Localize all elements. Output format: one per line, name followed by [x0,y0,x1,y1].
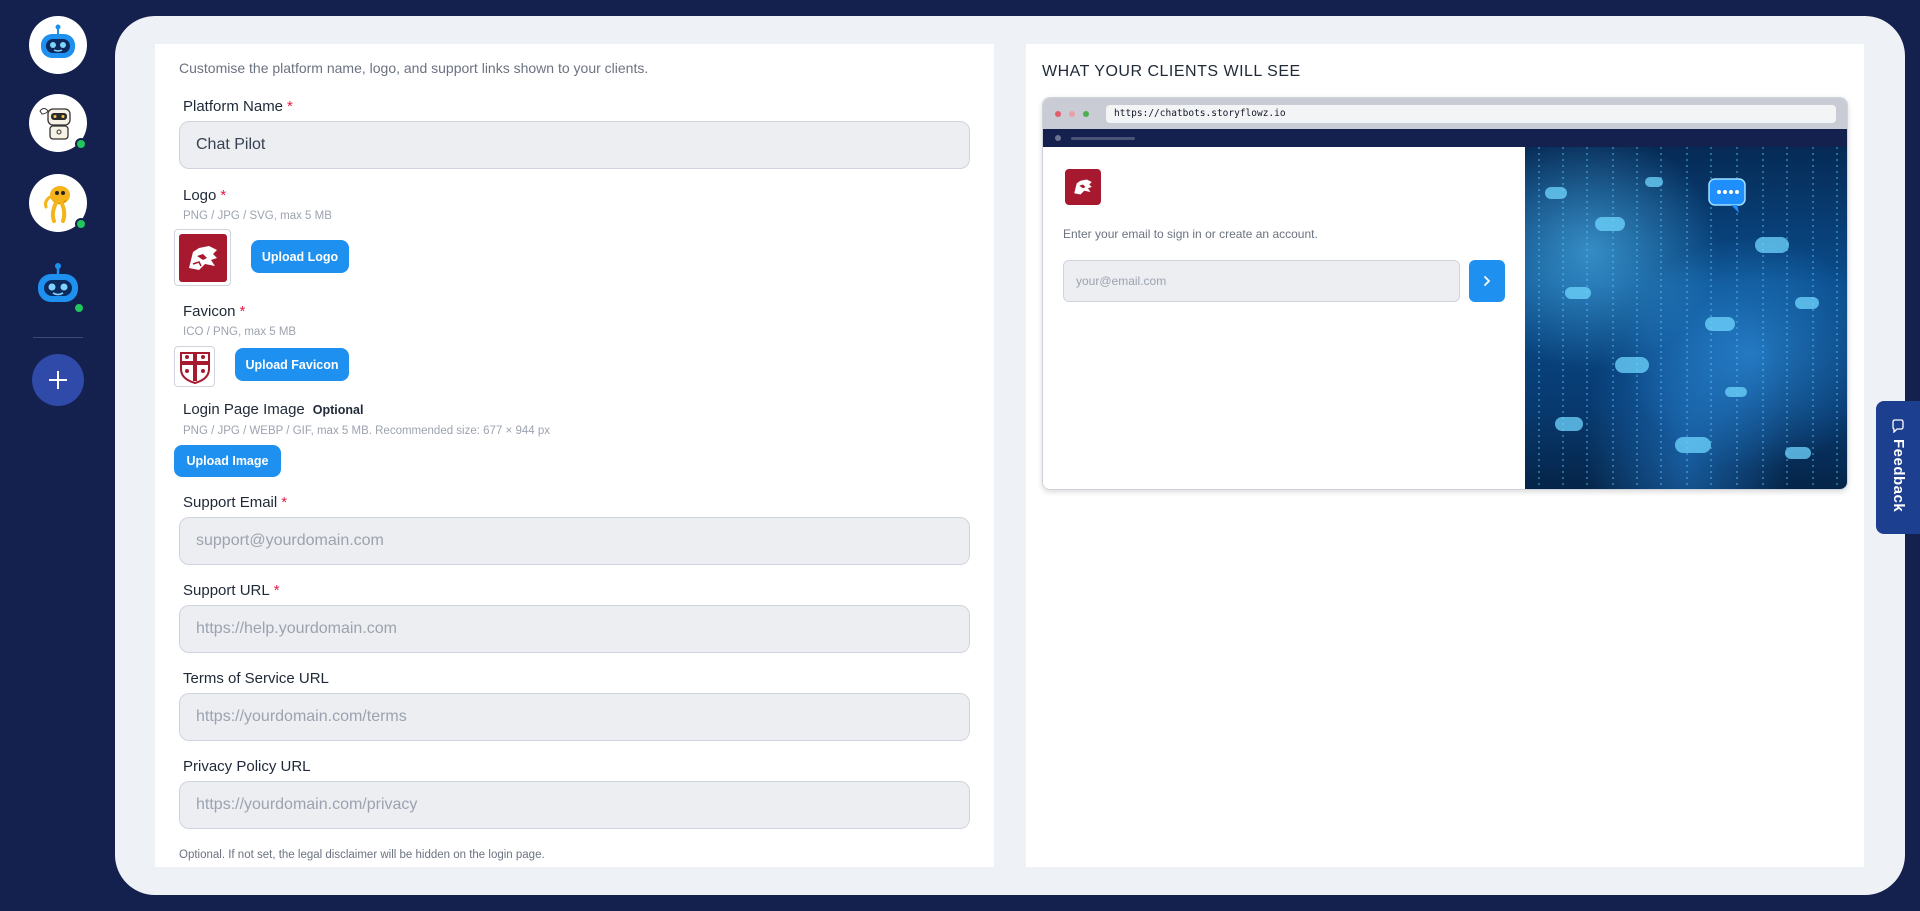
main-content: Customise the platform name, logo, and s… [115,16,1905,895]
digital-chat-background-image [1538,147,1838,489]
support-url-label: Support URL * [183,582,280,599]
robot-icon [41,24,75,58]
feedback-label: Feedback [1890,439,1907,513]
terms-url-label: Terms of Service URL [183,670,329,687]
nav-placeholder [1071,137,1135,140]
preview-login-image [1525,147,1847,489]
terms-url-input[interactable] [179,693,970,741]
feedback-tab[interactable]: Feedback [1876,401,1920,534]
upload-favicon-button[interactable]: Upload Favicon [235,348,349,381]
logo-hint: PNG / JPG / SVG, max 5 MB [183,210,332,222]
robot-sketch-icon [39,108,71,140]
preview-login-text: Enter your email to sign in or create an… [1063,227,1318,241]
browser-mockup: https://chatbots.storyflowz.io Enter you… [1042,97,1848,490]
cougar-logo-icon [178,233,227,282]
bot-avatar-2[interactable] [29,94,87,152]
privacy-url-label: Privacy Policy URL [183,758,311,775]
support-url-input[interactable] [179,605,970,653]
sidebar-divider [33,337,83,338]
favicon-preview [174,346,215,387]
online-status-dot [75,218,87,230]
login-image-hint: PNG / JPG / WEBP / GIF, max 5 MB. Recomm… [183,425,550,437]
chevron-right-icon [1484,276,1491,286]
minimize-dot-icon [1069,111,1075,117]
preview-url-bar: https://chatbots.storyflowz.io [1106,105,1836,123]
optional-tag: Optional [312,403,364,417]
cougar-logo-icon [1074,179,1092,195]
close-dot-icon [1055,111,1061,117]
bot-avatar-1[interactable] [29,16,87,74]
upload-logo-button[interactable]: Upload Logo [251,240,349,273]
chat-bubble-icon [1892,419,1904,433]
upload-image-button[interactable]: Upload Image [174,445,281,477]
bot-avatar-3[interactable] [29,174,87,232]
login-image-label: Login Page Image Optional [183,401,364,418]
logo-label: Logo * [183,187,227,204]
logo-preview [174,229,231,286]
platform-name-label: Platform Name * [183,98,293,115]
favicon-label: Favicon * [183,303,246,320]
preview-email-input: your@email.com [1063,260,1460,302]
form-intro: Customise the platform name, logo, and s… [179,60,649,76]
platform-name-input[interactable] [179,121,970,169]
legal-disclaimer-note: Optional. If not set, the legal disclaim… [179,849,545,861]
plus-icon [49,371,67,389]
add-bot-button[interactable] [32,354,84,406]
bot-avatar-4[interactable] [29,258,87,316]
branding-form-panel: Customise the platform name, logo, and s… [155,44,994,867]
preview-logo [1065,169,1101,205]
preview-title: WHAT YOUR CLIENTS WILL SEE [1042,63,1301,80]
online-status-dot [75,138,87,150]
bot-sidebar [0,0,115,911]
maximize-dot-icon [1083,111,1089,117]
preview-submit-button [1469,260,1505,302]
crest-favicon-icon [179,351,210,384]
browser-titlebar: https://chatbots.storyflowz.io [1043,98,1847,129]
browser-navbar [1043,129,1847,147]
online-status-dot [73,302,85,314]
support-email-label: Support Email * [183,494,288,511]
client-preview-panel: WHAT YOUR CLIENTS WILL SEE https://chatb… [1026,44,1864,867]
login-form-preview: Enter your email to sign in or create an… [1043,147,1525,489]
cartoon-character-icon [44,186,70,223]
nav-dot-icon [1055,135,1061,141]
favicon-hint: ICO / PNG, max 5 MB [183,326,297,338]
support-email-input[interactable] [179,517,970,565]
privacy-url-input[interactable] [179,781,970,829]
